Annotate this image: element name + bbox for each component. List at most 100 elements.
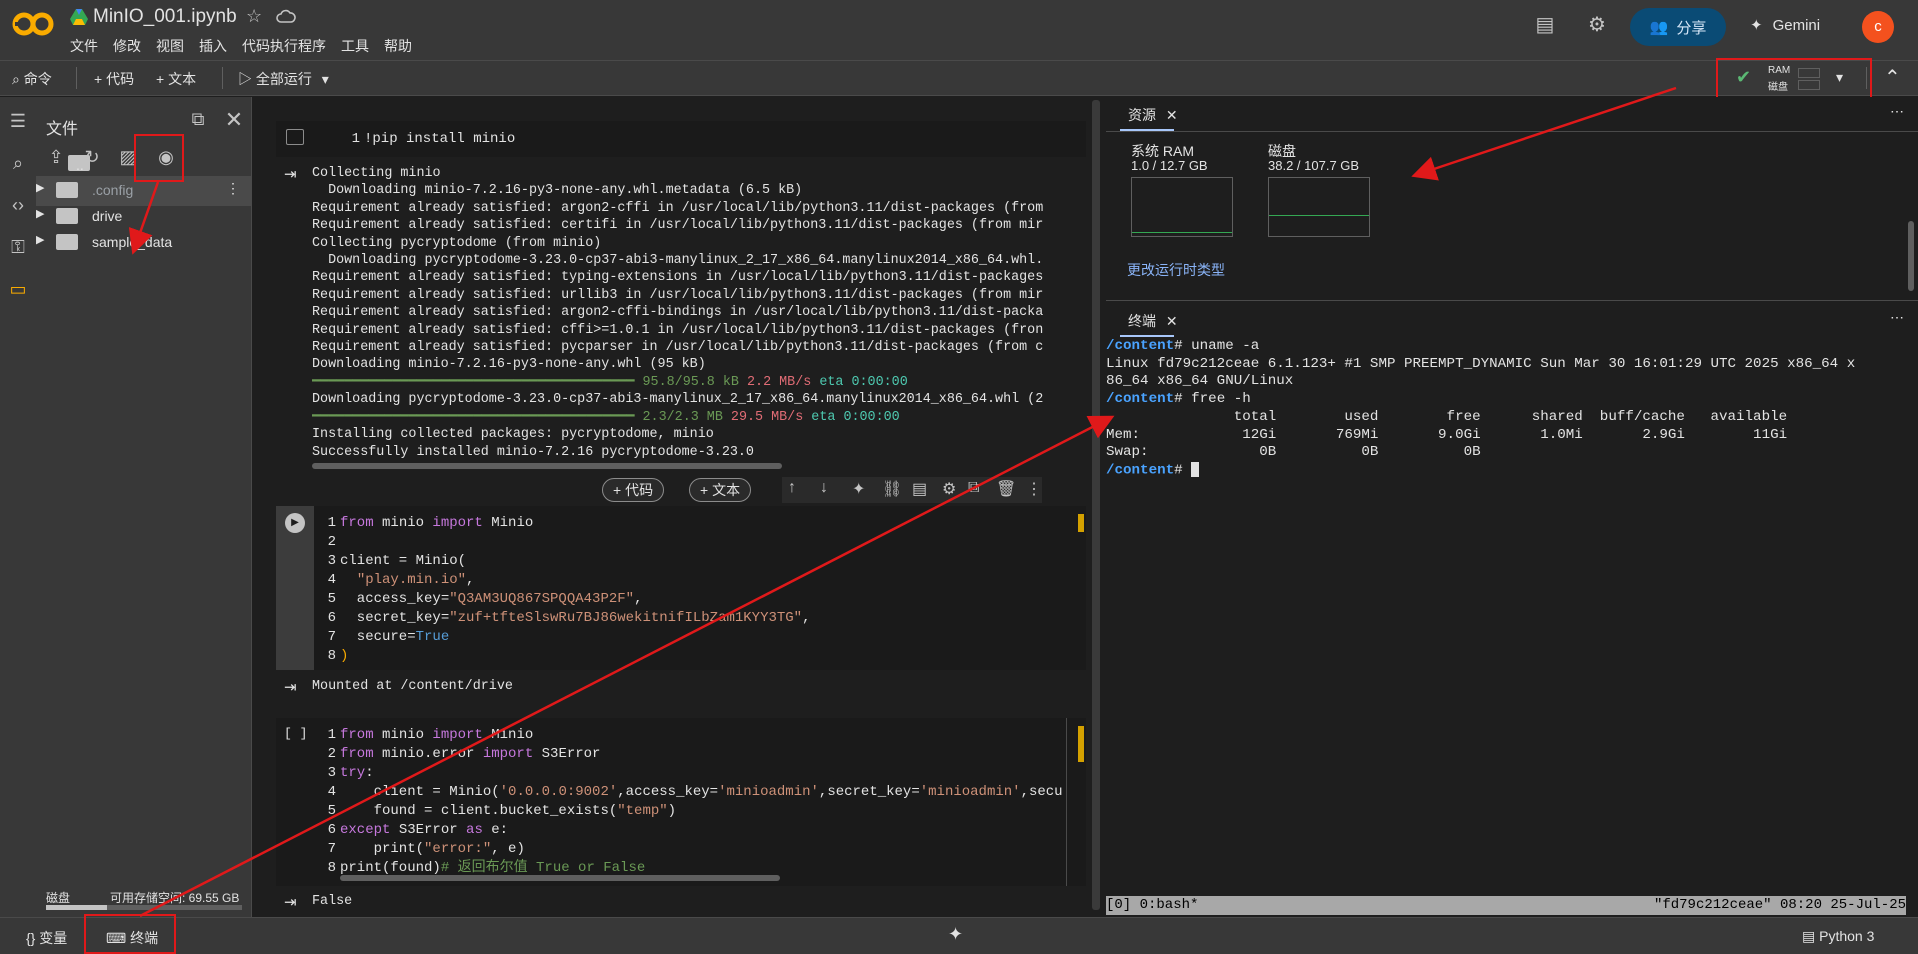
play-icon: ▷ xyxy=(238,71,252,87)
top-bar: MinIO_001.ipynb ☆ 文件 修改 视图 插入 代码执行程序 工具 … xyxy=(0,0,1918,60)
code-cell-client[interactable]: ▶ 1 from minio import Minio 2 3 client = M… xyxy=(276,506,1086,670)
tree-item-label: .config xyxy=(92,182,134,198)
command-palette-button[interactable]: ⌕ 命令 xyxy=(12,69,52,89)
disk-value: 38.2 / 107.7 GB xyxy=(1268,158,1360,173)
cell-code[interactable]: 1 from minio import Minio 2 from minio.err… xyxy=(316,726,1063,878)
gear-icon[interactable]: ⚙ xyxy=(942,479,956,499)
ram-value: 1.0 / 12.7 GB xyxy=(1131,158,1208,173)
output-line: Downloading pycryptodome-3.23.0-cp37-abi… xyxy=(312,253,1044,269)
more-vert-icon[interactable]: ⋮ xyxy=(226,180,240,197)
notebook-title[interactable]: MinIO_001.ipynb xyxy=(93,6,237,28)
cell-toolbar: ↑ ↓ ✦ ⛓ ▤ ⚙ ⧉ 🗑 ⋮ xyxy=(782,477,1042,503)
chevron-down-icon: ▾ xyxy=(321,71,329,87)
tab-terminal[interactable]: 终端 ✕ xyxy=(1128,311,1178,331)
comment-icon[interactable]: ▤ xyxy=(912,479,927,499)
code-cell-s3[interactable]: [ ] 1 from minio import Minio 2 from minio… xyxy=(276,718,1086,886)
cell-code[interactable]: 1 !pip install minio xyxy=(340,130,516,149)
close-icon[interactable]: ✕ xyxy=(1166,313,1178,329)
cell-scroll-marker xyxy=(1078,514,1084,532)
colab-logo[interactable] xyxy=(12,10,54,38)
terminal-line: Linux fd79c212ceae 6.1.123+ #1 SMP PREEM… xyxy=(1106,355,1856,372)
terminal-output[interactable]: /content# uname -a Linux fd79c212ceae 6.1… xyxy=(1106,338,1918,908)
more-vert-icon[interactable]: ⋮ xyxy=(1026,479,1042,499)
add-text-cell-button[interactable]: + 文本 xyxy=(689,478,752,502)
comment-icon[interactable]: ▤ xyxy=(1534,14,1556,36)
horizontal-scrollbar[interactable] xyxy=(340,875,780,881)
open-in-tab-icon[interactable]: ⧉ xyxy=(186,109,210,133)
sparkle-icon: ✦ xyxy=(1750,17,1763,34)
toc-icon[interactable]: ☰ xyxy=(7,111,29,133)
output-line: Requirement already satisfied: certifi i… xyxy=(312,218,1044,234)
output-menu-icon[interactable]: ⇥ xyxy=(284,678,297,696)
more-horiz-icon[interactable]: ⋯ xyxy=(1890,103,1904,120)
menu-view[interactable]: 视图 xyxy=(156,36,184,56)
terminal-cursor xyxy=(1191,461,1200,477)
star-icon[interactable]: ☆ xyxy=(246,6,262,27)
terminal-prompt: /content xyxy=(1106,462,1175,479)
success-line: Successfully installed minio-7.2.16 pycr… xyxy=(312,445,754,460)
output-menu-icon[interactable]: ⇥ xyxy=(284,165,297,183)
add-code-button[interactable]: + 代码 xyxy=(94,69,134,89)
cloud-saved-icon[interactable] xyxy=(276,9,296,23)
sparkle-icon[interactable]: ✦ xyxy=(852,479,865,499)
disk-label: 磁盘 xyxy=(46,891,71,905)
tree-item-sample-data[interactable]: ▶ sample_data xyxy=(36,228,252,258)
variables-button[interactable]: {} 变量 xyxy=(26,928,67,948)
trash-icon[interactable]: 🗑 xyxy=(996,479,1016,499)
output-line: Downloading minio-7.2.16-py3-none-any.wh… xyxy=(312,183,803,199)
collapse-up-icon[interactable]: ⌃ xyxy=(1884,65,1901,90)
chevron-right-icon: ▶ xyxy=(36,182,45,194)
cell-exec-count[interactable]: [ ] xyxy=(284,726,307,741)
move-up-icon[interactable]: ↑ xyxy=(788,479,796,497)
menu-help[interactable]: 帮助 xyxy=(384,36,412,56)
play-circle-icon[interactable]: ▶ xyxy=(285,513,305,533)
resources-scrollbar[interactable] xyxy=(1908,221,1914,291)
notebook-scrollbar[interactable] xyxy=(1092,100,1100,910)
code-cell-pip[interactable]: 1 !pip install minio xyxy=(276,121,1086,157)
key-icon[interactable]: ⚿ xyxy=(7,237,29,259)
close-icon[interactable]: ✕ xyxy=(222,107,246,132)
close-icon[interactable]: ✕ xyxy=(1166,107,1178,123)
add-code-cell-button[interactable]: + 代码 xyxy=(602,478,665,502)
avatar[interactable]: c xyxy=(1862,11,1894,43)
sparkle-icon[interactable]: ✦ xyxy=(948,924,963,945)
find-icon[interactable]: ⌕ xyxy=(7,153,29,175)
chevron-right-icon: ▶ xyxy=(36,234,45,246)
tree-item-label: sample_data xyxy=(92,234,173,250)
disk-graph xyxy=(1268,177,1370,237)
menu-insert[interactable]: 插入 xyxy=(199,36,227,56)
menu-bar: 文件 修改 视图 插入 代码执行程序 工具 帮助 xyxy=(70,36,427,56)
cell-run-icon[interactable] xyxy=(286,129,304,145)
gemini-button[interactable]: ✦ Gemini xyxy=(1750,16,1821,35)
gear-icon[interactable]: ⚙ xyxy=(1586,14,1608,36)
menu-edit[interactable]: 修改 xyxy=(113,36,141,56)
false-output: False xyxy=(312,894,353,909)
terminal-line: /content# uname -a xyxy=(1106,338,1918,356)
output-menu-icon[interactable]: ⇥ xyxy=(284,893,297,911)
server-icon: ▤ xyxy=(1802,928,1816,944)
disk-usage-fill xyxy=(46,905,107,910)
cell-output-pip: ⇥ Collecting minio Downloading minio-7.2… xyxy=(276,163,1086,469)
move-down-icon[interactable]: ↓ xyxy=(820,479,828,497)
tmux-window: [0] 0:bash* xyxy=(1106,897,1199,913)
share-button[interactable]: 👥 分享 xyxy=(1630,8,1726,46)
progress-line-1: ━━━━━━━━━━━━━━━━━━━━━━━━━━━━━━━━━━━━━━━━… xyxy=(312,375,908,390)
link-icon[interactable]: ⛓ xyxy=(882,479,902,499)
horizontal-scrollbar[interactable] xyxy=(312,463,782,469)
menu-runtime[interactable]: 代码执行程序 xyxy=(242,36,326,56)
run-all-button[interactable]: ▷ 全部运行 ▾ xyxy=(238,69,329,89)
tab-resources[interactable]: 资源 ✕ xyxy=(1128,105,1178,125)
add-text-button[interactable]: + 文本 xyxy=(156,69,196,89)
change-runtime-link[interactable]: 更改运行时类型 xyxy=(1127,260,1225,280)
more-horiz-icon[interactable]: ⋯ xyxy=(1890,309,1904,326)
output-line: Requirement already satisfied: cffi>=1.0… xyxy=(312,322,1044,338)
menu-file[interactable]: 文件 xyxy=(70,36,98,56)
pip-output-lines: Collecting minio Downloading minio-7.2.1… xyxy=(312,165,1082,374)
folder-icon[interactable]: ▭ xyxy=(7,279,29,301)
kernel-button[interactable]: ▤ Python 3 xyxy=(1802,928,1874,945)
gemini-label: Gemini xyxy=(1772,16,1821,34)
mirror-cell-icon[interactable]: ⧉ xyxy=(968,479,979,497)
code-snippets-icon[interactable]: ‹› xyxy=(7,195,29,217)
menu-tools[interactable]: 工具 xyxy=(341,36,369,56)
cell-code[interactable]: 1 from minio import Minio 2 3 client = Min… xyxy=(316,514,811,666)
